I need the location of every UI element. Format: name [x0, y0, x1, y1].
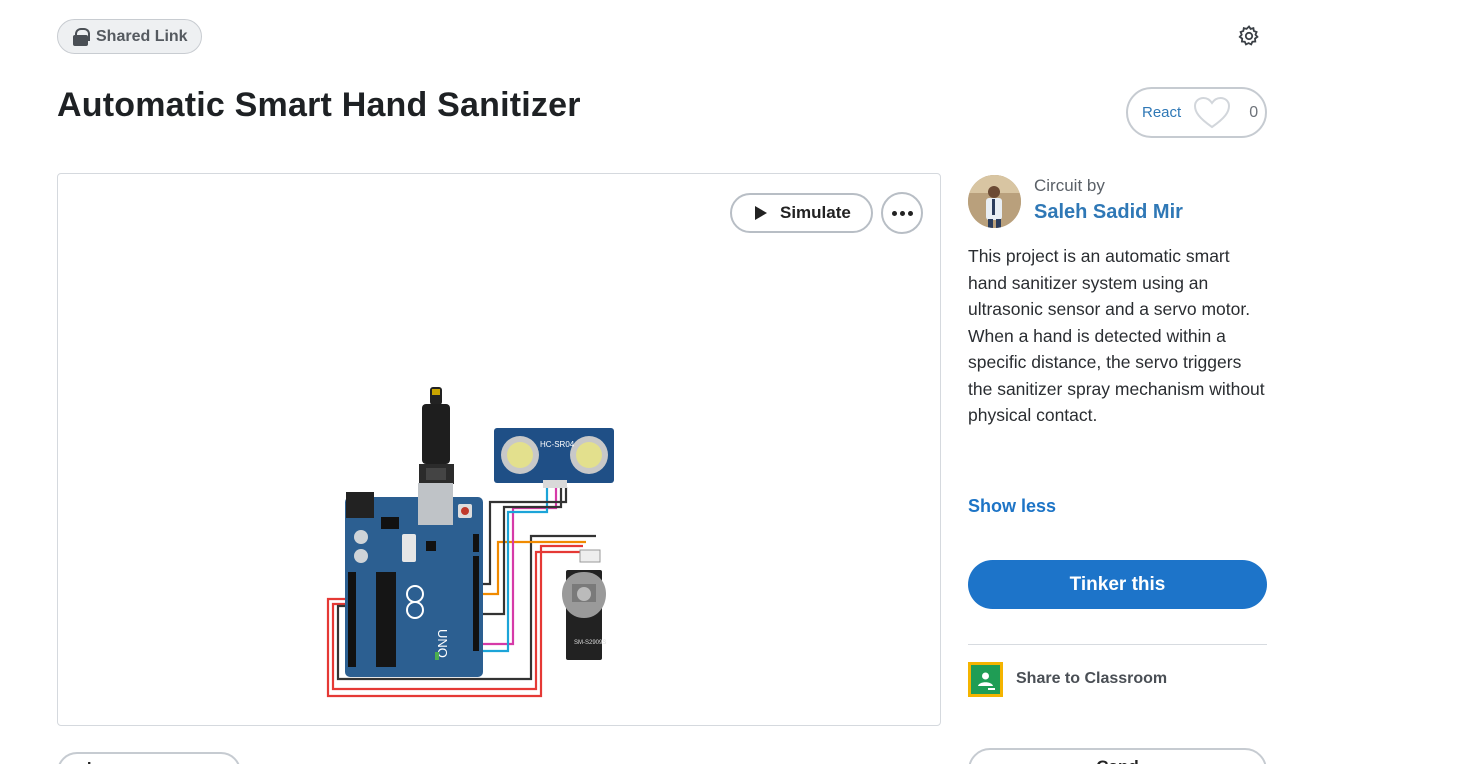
- author-name-link[interactable]: Saleh Sadid Mir: [1034, 201, 1183, 224]
- shared-link-label: Shared Link: [96, 27, 188, 45]
- circuit-diagram: UNO HC-SR04 SM-S2909S: [326, 387, 614, 698]
- bottom-right-button[interactable]: Cand: [968, 748, 1267, 764]
- heart-icon: [1194, 96, 1231, 128]
- share-to-classroom-link[interactable]: Share to Classroom: [1016, 670, 1167, 688]
- react-button[interactable]: React 0: [1126, 87, 1267, 138]
- show-less-link[interactable]: Show less: [968, 496, 1056, 517]
- lock-icon: [73, 27, 90, 46]
- avatar[interactable]: [968, 175, 1021, 228]
- tinker-this-button[interactable]: Tinker this: [968, 560, 1267, 609]
- google-classroom-icon[interactable]: [968, 662, 1003, 697]
- gear-icon[interactable]: [1237, 24, 1261, 48]
- shared-link-badge[interactable]: Shared Link: [57, 19, 202, 54]
- bottom-left-button[interactable]: I: [57, 752, 241, 764]
- avatar-image: [968, 175, 1021, 228]
- sensor-label: HC-SR04: [540, 440, 575, 449]
- page-title: Automatic Smart Hand Sanitizer: [57, 86, 581, 124]
- circuit-viewer[interactable]: Simulate UNO HC-SR04 SM-S2909S: [57, 173, 941, 726]
- project-description: This project is an automatic smart hand …: [968, 246, 1265, 425]
- react-label: React: [1142, 104, 1182, 121]
- servo-label: SM-S2909S: [574, 640, 606, 646]
- circuit-by-label: Circuit by: [1034, 176, 1105, 195]
- divider: [968, 644, 1267, 645]
- react-count: 0: [1249, 103, 1259, 121]
